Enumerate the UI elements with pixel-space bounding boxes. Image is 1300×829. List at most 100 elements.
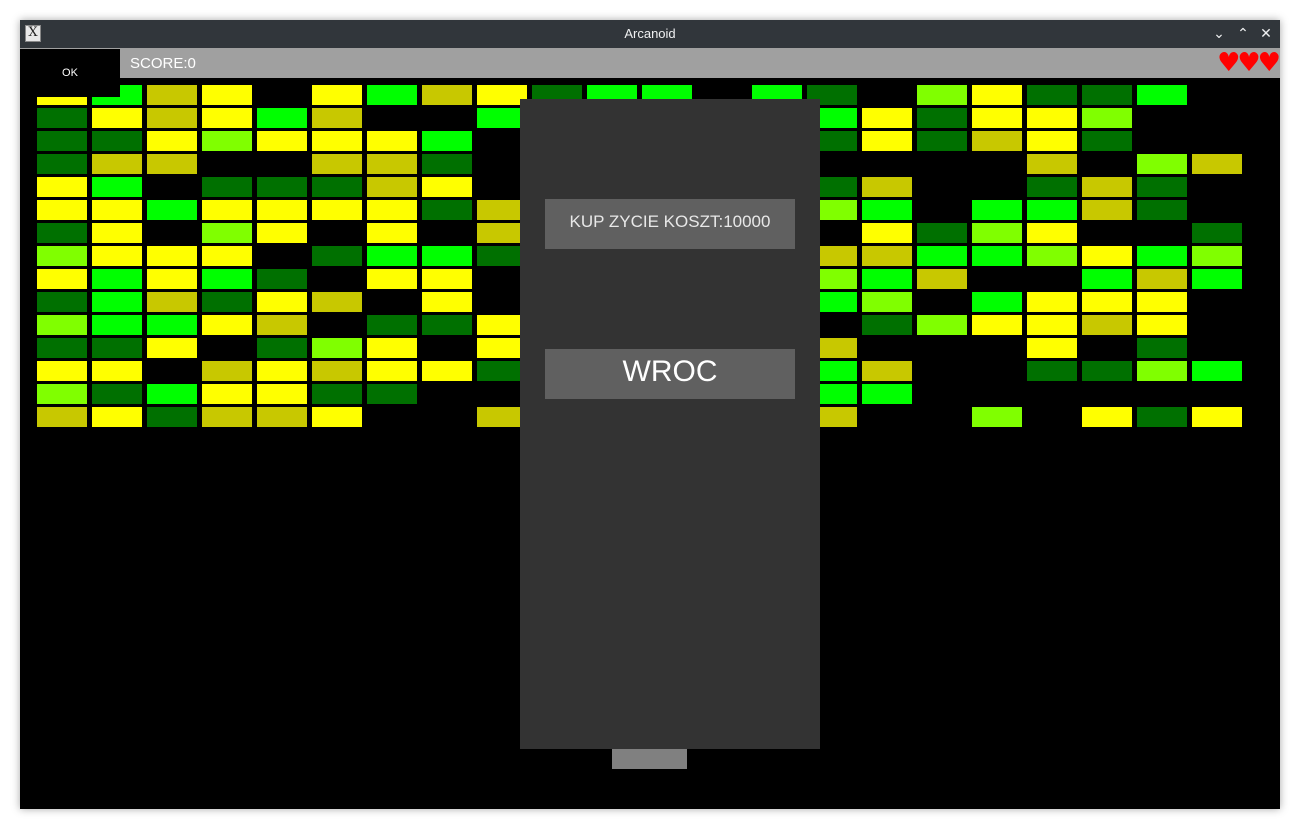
brick [972,246,1022,266]
brick [147,246,197,266]
paddle[interactable] [612,749,687,769]
brick [257,269,307,289]
brick [202,384,252,404]
brick [37,108,87,128]
brick [92,384,142,404]
brick [257,361,307,381]
brick [367,177,417,197]
brick [257,315,307,335]
brick [972,200,1022,220]
back-button[interactable]: WROC [545,349,795,399]
brick [37,338,87,358]
brick [367,131,417,151]
brick [202,85,252,105]
brick [257,108,307,128]
brick [312,292,362,312]
brick [1137,315,1187,335]
brick [862,177,912,197]
brick [92,315,142,335]
brick [37,269,87,289]
brick [367,246,417,266]
brick [147,384,197,404]
brick [92,108,142,128]
brick [862,269,912,289]
brick [367,315,417,335]
brick [422,361,472,381]
brick [202,269,252,289]
brick [1027,292,1077,312]
buy-life-button[interactable]: KUP ZYCIE KOSZT:10000 [545,199,795,249]
brick [312,85,362,105]
brick [37,177,87,197]
brick [1137,177,1187,197]
brick [367,361,417,381]
brick [147,85,197,105]
brick [367,154,417,174]
brick [1082,407,1132,427]
brick [972,108,1022,128]
brick [147,108,197,128]
brick [1082,131,1132,151]
brick [917,108,967,128]
brick [92,154,142,174]
brick [917,131,967,151]
brick [1082,177,1132,197]
brick [972,85,1022,105]
brick [917,269,967,289]
brick [147,269,197,289]
brick [1192,269,1242,289]
brick [422,85,472,105]
brick [147,131,197,151]
brick [92,292,142,312]
brick [202,315,252,335]
brick [1137,154,1187,174]
brick [1027,246,1077,266]
brick [202,246,252,266]
brick [862,200,912,220]
brick [92,131,142,151]
brick [367,384,417,404]
brick [422,269,472,289]
brick [202,292,252,312]
brick [202,108,252,128]
ok-button[interactable]: OK [20,49,120,97]
brick [367,85,417,105]
brick [972,315,1022,335]
brick [1082,200,1132,220]
brick [147,154,197,174]
brick [147,407,197,427]
brick [917,223,967,243]
brick [1082,361,1132,381]
brick [1137,407,1187,427]
brick [862,246,912,266]
brick [312,177,362,197]
brick [37,407,87,427]
brick [1082,315,1132,335]
brick [257,338,307,358]
brick [147,200,197,220]
brick [1027,200,1077,220]
brick [1137,292,1187,312]
brick [312,131,362,151]
brick [147,315,197,335]
brick [972,223,1022,243]
brick [1082,292,1132,312]
brick [257,223,307,243]
brick [92,223,142,243]
brick [1137,338,1187,358]
brick [1027,154,1077,174]
brick [422,292,472,312]
brick [1192,154,1242,174]
brick [147,292,197,312]
brick [367,338,417,358]
brick [147,338,197,358]
brick [1137,246,1187,266]
brick [37,131,87,151]
brick [37,200,87,220]
brick [37,384,87,404]
brick [367,223,417,243]
brick [1192,246,1242,266]
brick [862,384,912,404]
brick [1137,361,1187,381]
brick [37,315,87,335]
